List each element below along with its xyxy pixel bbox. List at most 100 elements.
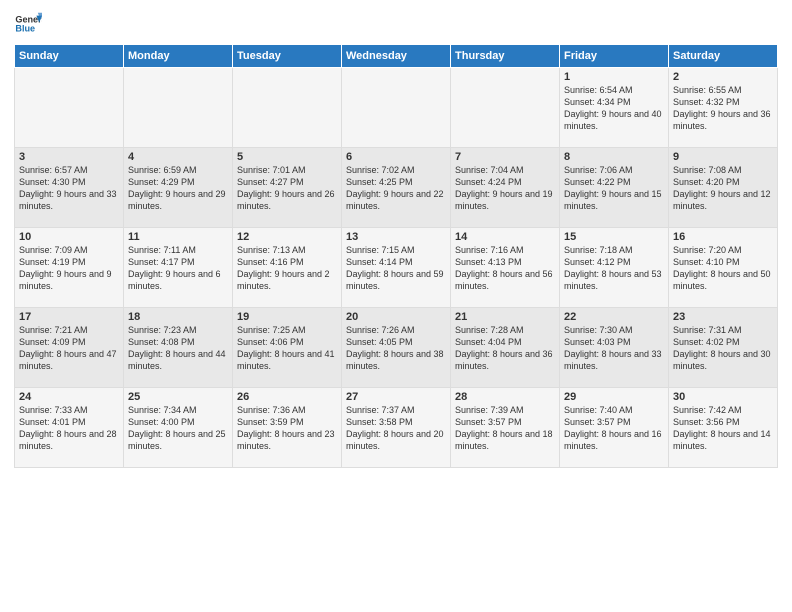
header-cell-saturday: Saturday <box>669 45 778 68</box>
calendar-cell: 3Sunrise: 6:57 AM Sunset: 4:30 PM Daylig… <box>15 148 124 228</box>
header-cell-tuesday: Tuesday <box>233 45 342 68</box>
day-number: 19 <box>237 311 337 323</box>
day-info: Sunrise: 7:01 AM Sunset: 4:27 PM Dayligh… <box>237 164 337 213</box>
day-number: 2 <box>673 71 773 83</box>
day-number: 11 <box>128 231 228 243</box>
day-number: 24 <box>19 391 119 403</box>
day-info: Sunrise: 7:21 AM Sunset: 4:09 PM Dayligh… <box>19 324 119 373</box>
calendar-row-3: 17Sunrise: 7:21 AM Sunset: 4:09 PM Dayli… <box>15 308 778 388</box>
calendar-cell: 14Sunrise: 7:16 AM Sunset: 4:13 PM Dayli… <box>451 228 560 308</box>
header-cell-wednesday: Wednesday <box>342 45 451 68</box>
calendar-cell: 11Sunrise: 7:11 AM Sunset: 4:17 PM Dayli… <box>124 228 233 308</box>
day-number: 1 <box>564 71 664 83</box>
calendar-cell: 6Sunrise: 7:02 AM Sunset: 4:25 PM Daylig… <box>342 148 451 228</box>
calendar-cell: 30Sunrise: 7:42 AM Sunset: 3:56 PM Dayli… <box>669 388 778 468</box>
calendar-cell <box>451 68 560 148</box>
calendar-cell: 9Sunrise: 7:08 AM Sunset: 4:20 PM Daylig… <box>669 148 778 228</box>
day-info: Sunrise: 7:31 AM Sunset: 4:02 PM Dayligh… <box>673 324 773 373</box>
calendar-cell: 28Sunrise: 7:39 AM Sunset: 3:57 PM Dayli… <box>451 388 560 468</box>
day-info: Sunrise: 7:39 AM Sunset: 3:57 PM Dayligh… <box>455 404 555 453</box>
day-number: 13 <box>346 231 446 243</box>
day-info: Sunrise: 7:15 AM Sunset: 4:14 PM Dayligh… <box>346 244 446 293</box>
day-info: Sunrise: 7:30 AM Sunset: 4:03 PM Dayligh… <box>564 324 664 373</box>
logo-icon: General Blue <box>14 10 42 38</box>
calendar-cell: 8Sunrise: 7:06 AM Sunset: 4:22 PM Daylig… <box>560 148 669 228</box>
day-number: 6 <box>346 151 446 163</box>
calendar-cell: 16Sunrise: 7:20 AM Sunset: 4:10 PM Dayli… <box>669 228 778 308</box>
calendar-cell: 24Sunrise: 7:33 AM Sunset: 4:01 PM Dayli… <box>15 388 124 468</box>
calendar-cell: 26Sunrise: 7:36 AM Sunset: 3:59 PM Dayli… <box>233 388 342 468</box>
day-number: 18 <box>128 311 228 323</box>
logo: General Blue <box>14 10 46 38</box>
day-number: 17 <box>19 311 119 323</box>
calendar-table: SundayMondayTuesdayWednesdayThursdayFrid… <box>14 44 778 468</box>
day-number: 12 <box>237 231 337 243</box>
day-number: 16 <box>673 231 773 243</box>
calendar-cell: 10Sunrise: 7:09 AM Sunset: 4:19 PM Dayli… <box>15 228 124 308</box>
day-number: 10 <box>19 231 119 243</box>
day-number: 8 <box>564 151 664 163</box>
calendar-cell: 19Sunrise: 7:25 AM Sunset: 4:06 PM Dayli… <box>233 308 342 388</box>
svg-text:Blue: Blue <box>15 24 35 34</box>
day-number: 26 <box>237 391 337 403</box>
header-cell-thursday: Thursday <box>451 45 560 68</box>
day-info: Sunrise: 6:55 AM Sunset: 4:32 PM Dayligh… <box>673 84 773 133</box>
day-info: Sunrise: 7:42 AM Sunset: 3:56 PM Dayligh… <box>673 404 773 453</box>
calendar-cell: 18Sunrise: 7:23 AM Sunset: 4:08 PM Dayli… <box>124 308 233 388</box>
calendar-cell: 21Sunrise: 7:28 AM Sunset: 4:04 PM Dayli… <box>451 308 560 388</box>
day-number: 27 <box>346 391 446 403</box>
calendar-cell: 15Sunrise: 7:18 AM Sunset: 4:12 PM Dayli… <box>560 228 669 308</box>
day-info: Sunrise: 7:25 AM Sunset: 4:06 PM Dayligh… <box>237 324 337 373</box>
day-number: 23 <box>673 311 773 323</box>
day-number: 14 <box>455 231 555 243</box>
calendar-row-1: 3Sunrise: 6:57 AM Sunset: 4:30 PM Daylig… <box>15 148 778 228</box>
day-info: Sunrise: 7:40 AM Sunset: 3:57 PM Dayligh… <box>564 404 664 453</box>
calendar-cell: 1Sunrise: 6:54 AM Sunset: 4:34 PM Daylig… <box>560 68 669 148</box>
header-cell-sunday: Sunday <box>15 45 124 68</box>
day-number: 29 <box>564 391 664 403</box>
calendar-body: 1Sunrise: 6:54 AM Sunset: 4:34 PM Daylig… <box>15 68 778 468</box>
calendar-cell: 23Sunrise: 7:31 AM Sunset: 4:02 PM Dayli… <box>669 308 778 388</box>
header: General Blue <box>14 10 778 38</box>
day-info: Sunrise: 7:33 AM Sunset: 4:01 PM Dayligh… <box>19 404 119 453</box>
day-info: Sunrise: 7:36 AM Sunset: 3:59 PM Dayligh… <box>237 404 337 453</box>
day-info: Sunrise: 6:59 AM Sunset: 4:29 PM Dayligh… <box>128 164 228 213</box>
day-info: Sunrise: 7:37 AM Sunset: 3:58 PM Dayligh… <box>346 404 446 453</box>
calendar-cell <box>124 68 233 148</box>
day-number: 9 <box>673 151 773 163</box>
day-info: Sunrise: 7:09 AM Sunset: 4:19 PM Dayligh… <box>19 244 119 293</box>
calendar-cell: 25Sunrise: 7:34 AM Sunset: 4:00 PM Dayli… <box>124 388 233 468</box>
day-info: Sunrise: 7:18 AM Sunset: 4:12 PM Dayligh… <box>564 244 664 293</box>
header-cell-monday: Monday <box>124 45 233 68</box>
header-row: SundayMondayTuesdayWednesdayThursdayFrid… <box>15 45 778 68</box>
day-number: 30 <box>673 391 773 403</box>
day-number: 28 <box>455 391 555 403</box>
header-cell-friday: Friday <box>560 45 669 68</box>
day-info: Sunrise: 6:54 AM Sunset: 4:34 PM Dayligh… <box>564 84 664 133</box>
day-info: Sunrise: 7:11 AM Sunset: 4:17 PM Dayligh… <box>128 244 228 293</box>
day-number: 21 <box>455 311 555 323</box>
day-info: Sunrise: 7:28 AM Sunset: 4:04 PM Dayligh… <box>455 324 555 373</box>
calendar-cell: 17Sunrise: 7:21 AM Sunset: 4:09 PM Dayli… <box>15 308 124 388</box>
day-info: Sunrise: 7:16 AM Sunset: 4:13 PM Dayligh… <box>455 244 555 293</box>
calendar-header: SundayMondayTuesdayWednesdayThursdayFrid… <box>15 45 778 68</box>
day-number: 15 <box>564 231 664 243</box>
calendar-row-4: 24Sunrise: 7:33 AM Sunset: 4:01 PM Dayli… <box>15 388 778 468</box>
day-info: Sunrise: 7:34 AM Sunset: 4:00 PM Dayligh… <box>128 404 228 453</box>
day-info: Sunrise: 7:23 AM Sunset: 4:08 PM Dayligh… <box>128 324 228 373</box>
day-info: Sunrise: 6:57 AM Sunset: 4:30 PM Dayligh… <box>19 164 119 213</box>
day-number: 3 <box>19 151 119 163</box>
calendar-cell: 4Sunrise: 6:59 AM Sunset: 4:29 PM Daylig… <box>124 148 233 228</box>
day-number: 22 <box>564 311 664 323</box>
calendar-cell: 29Sunrise: 7:40 AM Sunset: 3:57 PM Dayli… <box>560 388 669 468</box>
day-info: Sunrise: 7:08 AM Sunset: 4:20 PM Dayligh… <box>673 164 773 213</box>
day-number: 7 <box>455 151 555 163</box>
day-number: 4 <box>128 151 228 163</box>
day-number: 25 <box>128 391 228 403</box>
day-info: Sunrise: 7:04 AM Sunset: 4:24 PM Dayligh… <box>455 164 555 213</box>
calendar-cell: 2Sunrise: 6:55 AM Sunset: 4:32 PM Daylig… <box>669 68 778 148</box>
calendar-cell: 13Sunrise: 7:15 AM Sunset: 4:14 PM Dayli… <box>342 228 451 308</box>
calendar-row-2: 10Sunrise: 7:09 AM Sunset: 4:19 PM Dayli… <box>15 228 778 308</box>
day-info: Sunrise: 7:20 AM Sunset: 4:10 PM Dayligh… <box>673 244 773 293</box>
day-number: 5 <box>237 151 337 163</box>
